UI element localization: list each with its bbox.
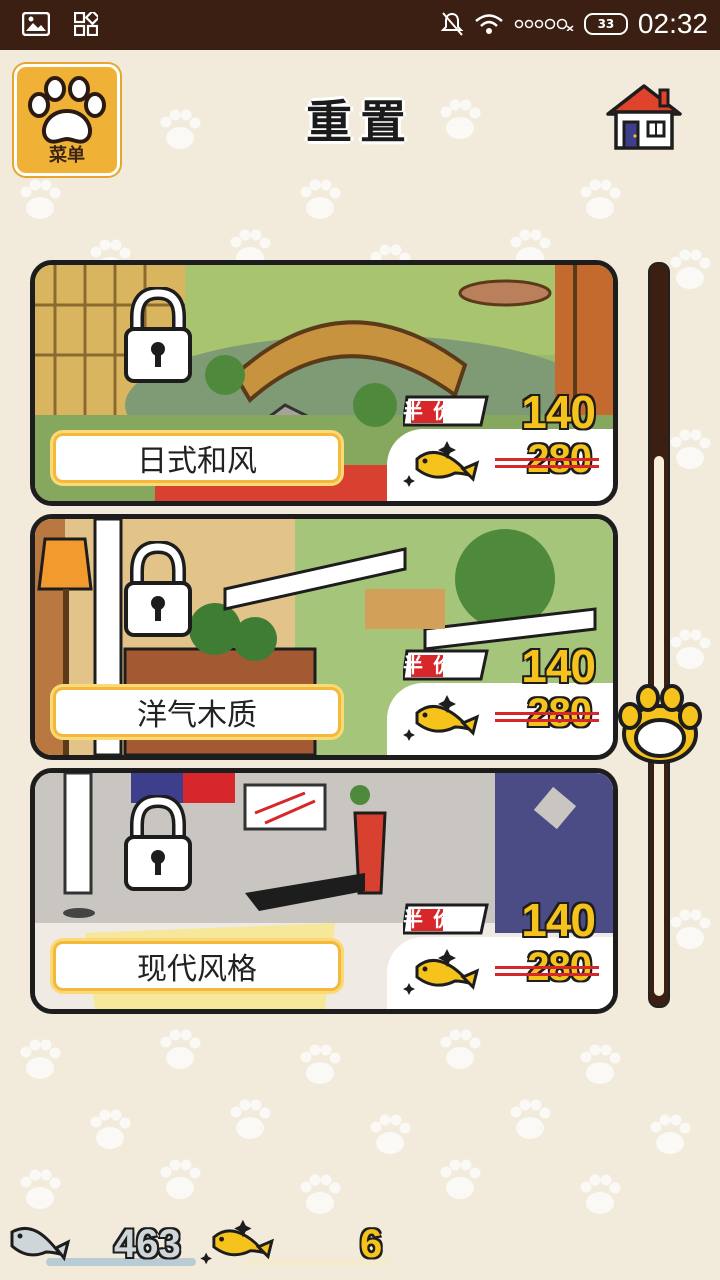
theme-card-japanese[interactable]: 日式和风 半价 140 280 xyxy=(30,260,618,506)
page-title: 重置 xyxy=(306,95,414,149)
lock-icon xyxy=(124,795,192,891)
theme-card-modern[interactable]: 现代风格 半价 140 280 xyxy=(30,768,618,1014)
battery-indicator: 33 xyxy=(583,13,628,35)
house-icon xyxy=(606,84,682,150)
status-bar: 33 02:32 xyxy=(0,0,720,50)
half-price-label: 半价 xyxy=(403,399,463,423)
theme-name: 现代风格 xyxy=(53,941,341,991)
menu-button[interactable]: 菜单 xyxy=(14,64,120,176)
lock-icon xyxy=(124,541,192,637)
half-price-label: 半价 xyxy=(403,907,463,931)
theme-name: 日式和风 xyxy=(53,433,341,483)
lock-icon xyxy=(124,287,192,383)
wifi-icon xyxy=(475,14,503,34)
gold-fish-icon xyxy=(403,441,480,487)
gold-fish-icon xyxy=(403,949,480,995)
half-price-label: 半价 xyxy=(403,653,463,677)
theme-card-western[interactable]: 洋气木质 半价 140 280 xyxy=(30,514,618,760)
menu-label: 菜单 xyxy=(49,145,85,166)
currency-silver: 463 xyxy=(6,1218,196,1274)
sale-price: 140 xyxy=(521,894,596,946)
apps-grid-icon xyxy=(74,12,98,36)
sale-price: 140 xyxy=(521,640,596,692)
gold-fish-count: 6 xyxy=(360,1222,383,1266)
price-strikethrough xyxy=(495,456,599,470)
mute-bell-icon xyxy=(440,12,464,36)
status-time: 02:32 xyxy=(637,8,708,39)
gallery-icon xyxy=(22,12,50,36)
gold-fish-icon xyxy=(403,695,480,741)
currency-gold: 6 xyxy=(200,1218,400,1274)
theme-name: 洋气木质 xyxy=(53,687,341,737)
price-strikethrough xyxy=(495,964,599,978)
scrollbar-track[interactable] xyxy=(648,262,670,1008)
silver-fish-icon xyxy=(10,1226,71,1262)
paw-scroll-thumb-icon[interactable] xyxy=(614,682,706,768)
silver-fish-count: 463 xyxy=(114,1222,181,1266)
price-strikethrough xyxy=(495,710,599,724)
home-button[interactable] xyxy=(604,82,684,152)
gold-fish-icon xyxy=(200,1219,274,1265)
sale-price: 140 xyxy=(521,386,596,438)
signal-icon xyxy=(514,18,574,31)
